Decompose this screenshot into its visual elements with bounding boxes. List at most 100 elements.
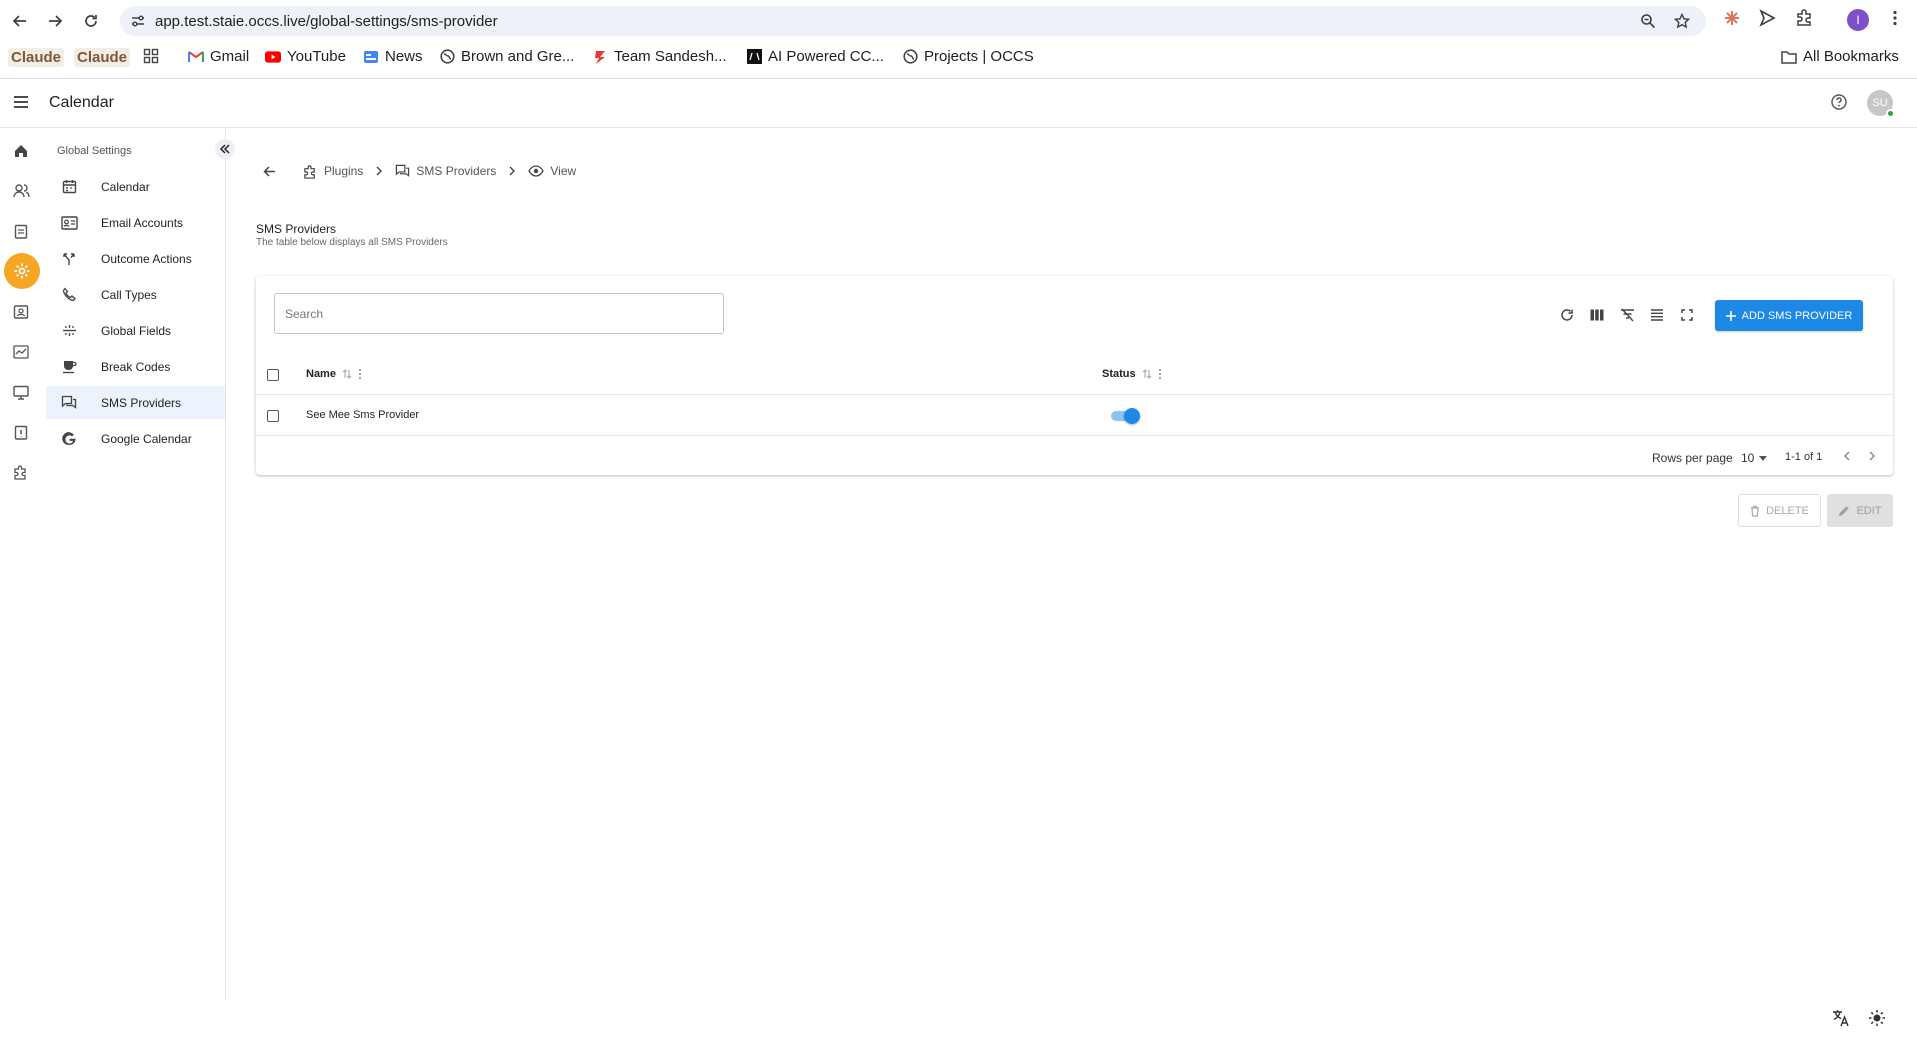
rows-per-page-label: Rows per page: [1652, 451, 1733, 465]
contact-card-icon[interactable]: [8, 299, 34, 325]
search-input[interactable]: [274, 293, 724, 334]
breadcrumb-plugins[interactable]: Plugins: [303, 164, 363, 179]
reload-icon[interactable]: [78, 8, 104, 34]
sidebar-item-calendar[interactable]: Calendar: [46, 170, 225, 203]
bookmark-star-icon[interactable]: [1674, 13, 1690, 29]
theme-toggle-icon[interactable]: [1868, 1009, 1886, 1027]
bookmark-claude[interactable]: Claude: [8, 48, 65, 67]
status-toggle[interactable]: [1111, 408, 1140, 424]
sort-icon[interactable]: [342, 369, 352, 379]
all-bookmarks[interactable]: All Bookmarks: [1781, 48, 1899, 65]
plus-icon: [1725, 310, 1736, 321]
icon-rail: [0, 129, 44, 999]
browser-menu-icon[interactable]: [1886, 9, 1904, 27]
bookmark-projects-occs[interactable]: Projects | OCCS: [902, 48, 1034, 65]
delete-button[interactable]: DELETE: [1738, 494, 1821, 527]
prev-page-icon[interactable]: [1843, 451, 1851, 461]
bookmark-gmail[interactable]: Gmail: [188, 48, 249, 65]
filter-off-icon[interactable]: [1618, 306, 1636, 324]
app-header: Calendar SU: [0, 79, 1917, 128]
bookmark-ai-powered[interactable]: AI Powered CC...: [746, 48, 884, 65]
sidebar-item-global-fields[interactable]: Global Fields: [46, 314, 225, 347]
breadcrumb-separator-icon: [508, 166, 516, 176]
bookmark-claude[interactable]: Claude: [74, 48, 131, 67]
email-account-icon: [60, 214, 78, 232]
settings-sidebar: Global Settings Calendar Email Accounts …: [45, 129, 235, 1001]
contacts-icon[interactable]: [8, 178, 34, 204]
add-sms-provider-button[interactable]: ADD SMS PROVIDER: [1715, 300, 1863, 331]
column-menu-icon[interactable]: [1158, 368, 1162, 380]
bookmark-brown-and-green[interactable]: Brown and Gre...: [439, 48, 574, 65]
sidebar-item-outcome-actions[interactable]: Outcome Actions: [46, 242, 225, 275]
apps-grid-icon[interactable]: [143, 48, 159, 64]
claude-extension-icon[interactable]: [1723, 9, 1741, 27]
eye-icon: [528, 165, 545, 177]
address-bar[interactable]: app.test.staie.occs.live/global-settings…: [120, 6, 1706, 36]
profile-avatar[interactable]: I: [1847, 9, 1869, 31]
next-page-icon[interactable]: [1868, 451, 1876, 461]
bookmark-news[interactable]: News: [363, 48, 423, 65]
chat-icon: [395, 164, 410, 178]
extensions-icon[interactable]: [1795, 9, 1813, 27]
browser-toolbar: app.test.staie.occs.live/global-settings…: [0, 0, 1917, 41]
zoom-icon[interactable]: [1640, 13, 1656, 29]
clipboard-icon[interactable]: [8, 218, 34, 244]
calendar-icon: [60, 178, 78, 196]
home-icon[interactable]: [8, 138, 34, 164]
bookmarks-bar: Claude Claude Gmail YouTube News Brown a…: [0, 44, 1917, 71]
select-all-checkbox[interactable]: [267, 369, 279, 381]
site-info-icon[interactable]: [130, 13, 146, 29]
monitor-icon[interactable]: [8, 379, 34, 405]
sidebar-item-break-codes[interactable]: Break Codes: [46, 350, 225, 383]
back-icon[interactable]: [7, 8, 33, 34]
folder-icon: [1781, 49, 1797, 65]
edit-button[interactable]: EDIT: [1827, 494, 1893, 527]
columns-icon[interactable]: [1588, 306, 1606, 324]
refresh-icon[interactable]: [1558, 306, 1576, 324]
fields-icon: [60, 322, 78, 340]
dropdown-arrow-icon: [1759, 455, 1768, 461]
fullscreen-icon[interactable]: [1678, 306, 1696, 324]
breadcrumb-view: View: [528, 164, 576, 178]
youtube-icon: [265, 49, 281, 65]
chat-icon: [60, 394, 78, 412]
rows-per-page-select[interactable]: 10: [1741, 451, 1768, 465]
sort-icon[interactable]: [1142, 369, 1152, 379]
collapse-sidebar-icon[interactable]: [215, 139, 235, 159]
density-icon[interactable]: [1648, 306, 1666, 324]
phone-icon: [60, 286, 78, 304]
row-checkbox[interactable]: [267, 410, 279, 422]
sidebar-item-sms-providers[interactable]: SMS Providers: [46, 386, 225, 419]
coffee-icon: [60, 358, 78, 376]
bookmark-team-sandesh[interactable]: Team Sandesh...: [592, 48, 727, 65]
sidebar-item-email-accounts[interactable]: Email Accounts: [46, 206, 225, 239]
sidebar-item-call-types[interactable]: Call Types: [46, 278, 225, 311]
analytics-icon[interactable]: [8, 339, 34, 365]
report-icon[interactable]: [8, 419, 34, 445]
globe-icon: [439, 49, 455, 65]
page-title: SMS Providers: [256, 222, 337, 236]
team-icon: [592, 49, 608, 65]
puzzle-icon[interactable]: [8, 459, 34, 485]
page-subtitle: The table below displays all SMS Provide…: [256, 237, 448, 248]
help-icon[interactable]: [1830, 93, 1848, 111]
online-status-dot: [1886, 109, 1895, 118]
fork-icon: [60, 250, 78, 268]
column-menu-icon[interactable]: [358, 368, 362, 380]
google-icon: [60, 430, 78, 448]
send-extension-icon[interactable]: [1758, 9, 1776, 27]
breadcrumb-sms-providers[interactable]: SMS Providers: [395, 164, 496, 178]
settings-gear-icon[interactable]: [4, 253, 40, 289]
translate-icon[interactable]: [1832, 1009, 1850, 1027]
bookmark-youtube[interactable]: YouTube: [265, 48, 346, 65]
back-arrow-icon[interactable]: [262, 164, 277, 179]
column-header-status[interactable]: Status: [1102, 368, 1162, 380]
column-header-name[interactable]: Name: [306, 368, 362, 380]
forward-icon[interactable]: [42, 8, 68, 34]
table-row[interactable]: See Mee Sms Provider: [256, 395, 1893, 436]
news-icon: [363, 49, 379, 65]
toggle-thumb: [1124, 408, 1140, 424]
pencil-icon: [1838, 505, 1850, 517]
sidebar-item-google-calendar[interactable]: Google Calendar: [46, 422, 225, 455]
hamburger-menu-icon[interactable]: [12, 93, 30, 111]
